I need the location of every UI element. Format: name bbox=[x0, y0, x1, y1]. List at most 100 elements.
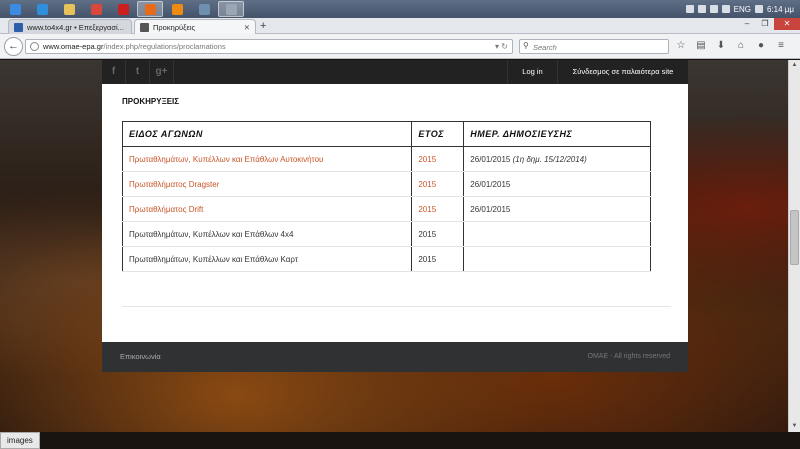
date-text: 26/01/2015 bbox=[470, 154, 511, 164]
start-icon[interactable] bbox=[2, 1, 28, 17]
scroll-thumb[interactable] bbox=[790, 210, 799, 265]
web-page: f t g+ Log in Σύνδεσμος σε παλαιότερα si… bbox=[0, 60, 788, 432]
tab-favicon bbox=[140, 23, 149, 32]
vlc-icon-glyph bbox=[171, 3, 183, 15]
chrome-icon[interactable] bbox=[83, 1, 109, 17]
date-cell: 26/01/2015 (1η δημ. 15/12/2014) bbox=[463, 146, 651, 172]
clipboard-icon[interactable]: ▤ bbox=[694, 39, 708, 53]
date-cell bbox=[463, 246, 651, 272]
opera-icon[interactable] bbox=[110, 1, 136, 17]
clock[interactable]: 6:14 μμ bbox=[767, 5, 794, 14]
download-icon[interactable]: ⬇ bbox=[714, 39, 728, 53]
url-reload-icon[interactable]: ▾ ↻ bbox=[495, 40, 508, 54]
google-plus-icon[interactable]: g+ bbox=[150, 60, 174, 84]
year-cell[interactable]: 2015 bbox=[411, 146, 465, 172]
date-cell: 26/01/2015 bbox=[463, 171, 651, 197]
tab-favicon bbox=[14, 23, 23, 32]
status-text: images bbox=[0, 432, 40, 449]
chat-icon[interactable]: ● bbox=[754, 39, 768, 53]
contact-link[interactable]: Επικοινωνία bbox=[120, 342, 161, 372]
app2-icon[interactable] bbox=[218, 1, 244, 17]
minimize-button[interactable]: – bbox=[738, 18, 756, 30]
proclamation-title: Πρωταθλημάτων, Κυπέλλων και Επάθλων Καρτ bbox=[122, 246, 413, 272]
year-cell[interactable]: 2015 bbox=[411, 196, 465, 222]
tab-proclamations[interactable]: Προκηρύξεις ✕ bbox=[134, 19, 256, 34]
login-link[interactable]: Log in bbox=[507, 60, 557, 84]
column-header-year: ΕΤΟΣ bbox=[411, 121, 465, 147]
status-area: images bbox=[0, 432, 800, 449]
menu-icon[interactable]: ≡ bbox=[774, 39, 788, 53]
url-text[interactable]: www.omae-epa.gr/index.php/regulations/pr… bbox=[43, 40, 226, 54]
taskbar-items bbox=[2, 1, 245, 17]
site-footer: Επικοινωνία OMAE - All rights reserved bbox=[102, 342, 688, 372]
copyright-text: OMAE - All rights reserved bbox=[587, 353, 670, 360]
old-site-link[interactable]: Σύνδεσμος σε παλαιότερα site bbox=[557, 60, 688, 84]
tab-to4x4[interactable]: www.to4x4.gr • Επεξεργασί... bbox=[8, 19, 132, 34]
year-cell[interactable]: 2015 bbox=[411, 171, 465, 197]
scroll-down-icon[interactable]: ▼ bbox=[789, 421, 800, 432]
home-icon[interactable]: ⌂ bbox=[734, 39, 748, 53]
close-window-button[interactable]: ✕ bbox=[774, 18, 800, 30]
table-row: Πρωταθλήματος Dragster 2015 26/01/2015 bbox=[122, 171, 651, 197]
tab-title: Προκηρύξεις bbox=[153, 23, 196, 32]
tab-title: www.to4x4.gr • Επεξεργασί... bbox=[27, 23, 124, 32]
language-indicator[interactable]: ENG bbox=[734, 5, 751, 14]
explorer-icon[interactable] bbox=[56, 1, 82, 17]
proclamation-title: Πρωταθλημάτων, Κυπέλλων και Επάθλων 4x4 bbox=[122, 221, 413, 247]
site-top-bar: f t g+ Log in Σύνδεσμος σε παλαιότερα si… bbox=[102, 60, 688, 84]
url-host: www.omae-epa.gr bbox=[43, 42, 104, 51]
page-title: ΠΡΟΚΗΡΥΞΕΙΣ bbox=[122, 97, 180, 106]
year-cell: 2015 bbox=[411, 221, 465, 247]
search-bar[interactable]: ⚲ bbox=[519, 39, 669, 54]
date-text: 26/01/2015 bbox=[470, 179, 511, 189]
app2-icon-glyph bbox=[225, 3, 237, 15]
firefox-icon[interactable] bbox=[137, 1, 163, 17]
year-cell: 2015 bbox=[411, 246, 465, 272]
new-tab-button[interactable]: + bbox=[260, 18, 266, 34]
app-icon[interactable] bbox=[191, 1, 217, 17]
volume-icon[interactable] bbox=[709, 5, 718, 13]
maximize-button[interactable]: ❐ bbox=[756, 18, 774, 30]
date-cell: 26/01/2015 bbox=[463, 196, 651, 222]
date-text: 26/01/2015 bbox=[470, 204, 511, 214]
proclamation-link[interactable]: Πρωταθλημάτων, Κυπέλλων και Επάθλων Αυτο… bbox=[122, 146, 413, 172]
page-scrollbar[interactable]: ▲ ▼ bbox=[788, 60, 800, 432]
search-input[interactable] bbox=[533, 41, 663, 53]
main-content: ΠΡΟΚΗΡΥΞΕΙΣ ΕΙΔΟΣ ΑΓΩΝΩΝ ΕΤΟΣ ΗΜΕΡ. ΔΗΜΟ… bbox=[102, 84, 688, 342]
close-tab-icon[interactable]: ✕ bbox=[244, 20, 250, 34]
windows-taskbar: ENG 6:14 μμ bbox=[0, 0, 800, 18]
vlc-icon[interactable] bbox=[164, 1, 190, 17]
proclamations-table: ΕΙΔΟΣ ΑΓΩΝΩΝ ΕΤΟΣ ΗΜΕΡ. ΔΗΜΟΣΙΕΥΣΗΣ Πρωτ… bbox=[121, 121, 651, 272]
table-row: Πρωταθλημάτων, Κυπέλλων και Επάθλων Καρτ… bbox=[122, 246, 651, 272]
ie-icon[interactable] bbox=[29, 1, 55, 17]
proclamation-link[interactable]: Πρωταθλήματος Drift bbox=[122, 196, 413, 222]
twitter-icon[interactable]: t bbox=[126, 60, 150, 84]
date-note: (1η δημ. 15/12/2014) bbox=[512, 154, 587, 164]
toolbar-icons: ☆ ▤ ⬇ ⌂ ● ≡ bbox=[674, 39, 788, 53]
url-path: /index.php/regulations/proclamations bbox=[103, 42, 226, 51]
url-bar[interactable]: www.omae-epa.gr/index.php/regulations/pr… bbox=[25, 39, 513, 54]
opera-icon-glyph bbox=[117, 3, 129, 15]
back-button[interactable]: ← bbox=[4, 37, 23, 56]
navigation-bar: ← www.omae-epa.gr/index.php/regulations/… bbox=[0, 34, 800, 59]
keyboard-icon[interactable] bbox=[754, 5, 763, 13]
facebook-icon[interactable]: f bbox=[102, 60, 126, 84]
flag-icon[interactable] bbox=[697, 5, 706, 13]
system-tray: ENG 6:14 μμ bbox=[685, 0, 800, 18]
bookmark-star-icon[interactable]: ☆ bbox=[674, 39, 688, 53]
column-header-date: ΗΜΕΡ. ΔΗΜΟΣΙΕΥΣΗΣ bbox=[463, 121, 651, 147]
browser-tab-strip: www.to4x4.gr • Επεξεργασί... Προκηρύξεις… bbox=[0, 18, 800, 34]
table-row: Πρωταθλημάτων, Κυπέλλων και Επάθλων Αυτο… bbox=[122, 146, 651, 172]
table-row: Πρωταθλημάτων, Κυπέλλων και Επάθλων 4x4 2… bbox=[122, 221, 651, 247]
search-icon: ⚲ bbox=[523, 41, 529, 50]
proclamation-link[interactable]: Πρωταθλήματος Dragster bbox=[122, 171, 413, 197]
window-controls: – ❐ ✕ bbox=[738, 18, 800, 30]
ie-icon-glyph bbox=[36, 3, 48, 15]
table-header-row: ΕΙΔΟΣ ΑΓΩΝΩΝ ΕΤΟΣ ΗΜΕΡ. ΔΗΜΟΣΙΕΥΣΗΣ bbox=[121, 121, 651, 147]
explorer-icon-glyph bbox=[63, 3, 75, 15]
scroll-up-icon[interactable]: ▲ bbox=[789, 60, 800, 71]
table-row: Πρωταθλήματος Drift 2015 26/01/2015 bbox=[122, 196, 651, 222]
network-icon[interactable] bbox=[685, 5, 694, 13]
start-icon-glyph bbox=[9, 3, 21, 15]
battery-icon[interactable] bbox=[721, 5, 730, 13]
